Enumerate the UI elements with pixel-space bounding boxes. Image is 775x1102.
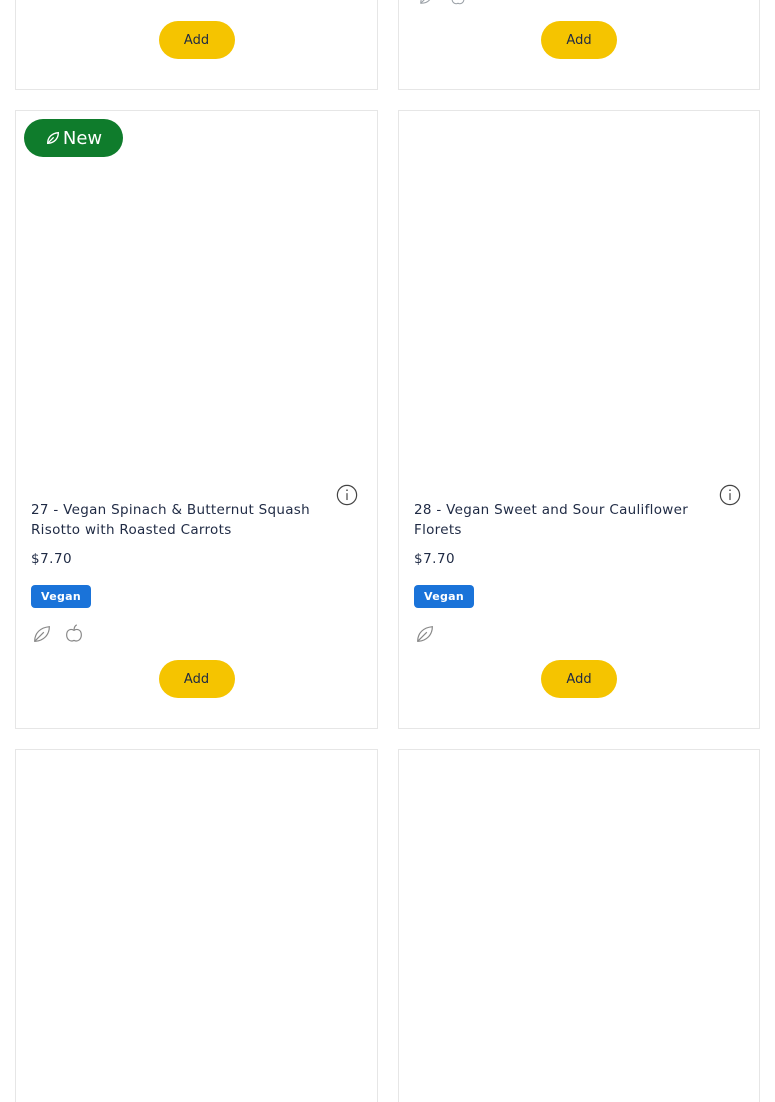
product-title[interactable]: 28 - Vegan Sweet and Sour Cauliflower Fl…	[414, 500, 714, 540]
product-card: Add	[398, 0, 760, 90]
add-to-cart-button[interactable]: Add	[158, 21, 235, 59]
product-card	[398, 749, 760, 1102]
leaf-outline-icon	[420, 0, 431, 4]
vegan-tag: Vegan	[414, 585, 474, 608]
new-badge-label: New	[62, 127, 103, 149]
leaf-outline-icon	[417, 626, 433, 642]
product-card: Add	[15, 0, 378, 90]
apple-outline-icon	[451, 0, 465, 5]
leaf-icon	[46, 131, 59, 144]
leaf-outline-icon	[34, 626, 50, 642]
add-to-cart-button[interactable]: Add	[158, 660, 235, 698]
product-card: 28 - Vegan Sweet and Sour Cauliflower Fl…	[398, 110, 760, 729]
vegan-tag: Vegan	[31, 585, 91, 608]
add-to-cart-button[interactable]: Add	[541, 21, 617, 59]
diet-icons	[31, 623, 85, 645]
diet-icons	[417, 0, 467, 7]
diet-icons	[414, 623, 436, 645]
product-price: $7.70	[414, 551, 456, 567]
product-price: $7.70	[31, 551, 73, 567]
apple-outline-icon	[66, 624, 82, 642]
info-icon[interactable]	[719, 484, 741, 506]
product-title[interactable]: 27 - Vegan Spinach & Butternut Squash Ri…	[31, 500, 331, 540]
add-to-cart-button[interactable]: Add	[541, 660, 617, 698]
product-grid: Add Add New 27 - Vegan Spinach & Buttern…	[0, 0, 775, 1102]
product-card: New 27 - Vegan Spinach & Butternut Squas…	[15, 110, 378, 729]
new-badge: New	[24, 119, 123, 157]
product-card	[15, 749, 378, 1102]
info-icon[interactable]	[336, 484, 358, 506]
